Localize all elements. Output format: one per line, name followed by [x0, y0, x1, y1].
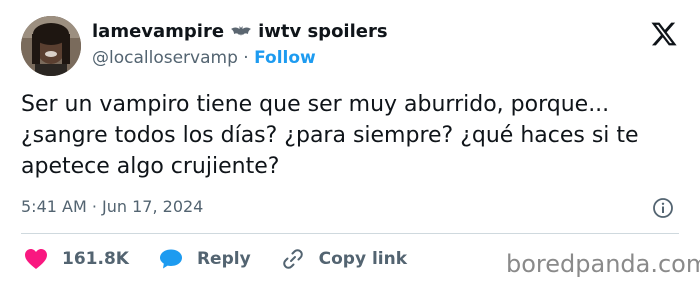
display-name-row[interactable]: lamevampire iwtv spoilers	[92, 20, 388, 44]
heart-icon	[24, 248, 48, 270]
reply-icon	[159, 248, 183, 270]
action-bar: 161.8K Reply Copy link	[24, 247, 437, 271]
divider	[21, 233, 679, 234]
tweet-text: Ser un vampiro tiene que ser muy aburrid…	[21, 92, 639, 179]
reply-button[interactable]: Reply	[159, 248, 251, 270]
display-name-suffix[interactable]: iwtv spoilers	[258, 20, 388, 44]
separator: ·	[243, 48, 249, 68]
copy-link-button[interactable]: Copy link	[281, 247, 407, 271]
user-handle[interactable]: @localloservamp	[92, 48, 238, 68]
bat-icon	[230, 25, 252, 39]
avatar[interactable]	[21, 16, 81, 76]
reply-label: Reply	[196, 249, 251, 269]
like-button[interactable]: 161.8K	[24, 248, 129, 270]
display-name[interactable]: lamevampire	[92, 20, 224, 44]
link-icon	[281, 247, 305, 271]
like-count: 161.8K	[62, 249, 129, 269]
handle-row: @localloservamp · Follow	[92, 46, 388, 70]
x-logo-icon[interactable]	[650, 20, 678, 48]
info-icon[interactable]	[652, 197, 674, 219]
tweet-header: lamevampire iwtv spoilers @localloservam…	[92, 20, 388, 70]
timestamp[interactable]: 5:41 AM · Jun 17, 2024	[21, 197, 203, 216]
copy-link-label: Copy link	[318, 249, 408, 269]
follow-button[interactable]: Follow	[254, 48, 316, 68]
watermark: boredpanda.com	[506, 250, 700, 278]
